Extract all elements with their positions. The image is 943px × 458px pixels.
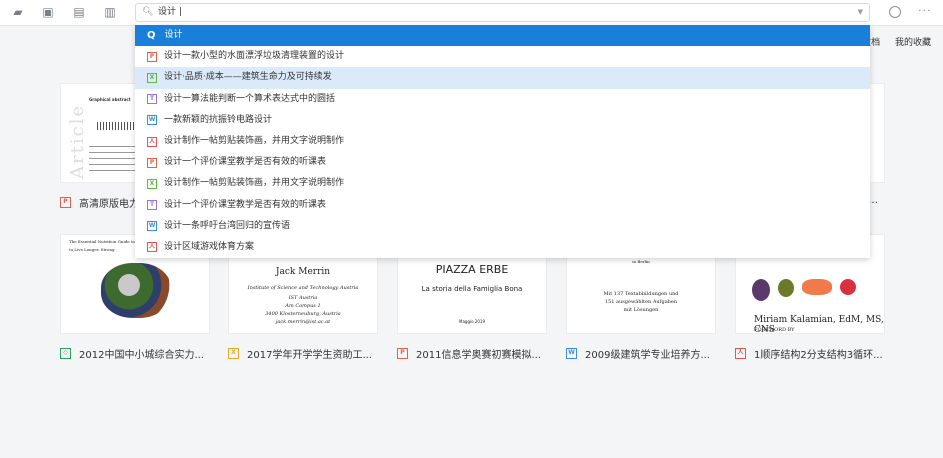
thumb-text: Mit 137 Textabbildungen und (603, 291, 679, 297)
suggestion-text: 设计一个评价课堂教学是否有效的听课表 (164, 157, 327, 168)
suggestion-text: 设计·品质·成本——建筑生命力及可持续发 (164, 72, 332, 83)
folder-icon[interactable]: ▰ (11, 5, 25, 19)
more-button[interactable]: ··· (918, 4, 932, 17)
thumb-title: Graphical abstract (89, 97, 131, 102)
document-label[interactable]: ◇ 2012中国中小城综合实力... (60, 346, 220, 361)
thumb-image (752, 279, 872, 301)
print-icon[interactable]: ▤ (72, 5, 86, 19)
search-value: 设计 | (158, 7, 182, 17)
suggestion-item[interactable]: T 设计一个评价课堂教学是否有效的听课表 (135, 195, 870, 216)
txt-file-icon: T (147, 94, 157, 105)
doc-file-icon: W (566, 348, 577, 359)
doc-file-icon: W (147, 221, 157, 232)
document-name: 2011信息学奥赛初赛模拟... (416, 350, 541, 361)
xls-file-icon: X (147, 178, 157, 189)
thumb-text: La storia della Famiglia Bona (421, 285, 523, 293)
ppt-file-icon: P (397, 348, 408, 359)
suggestion-item[interactable]: 人设计区域游戏体育方案 (135, 237, 870, 258)
pdf-file-icon: 人 (735, 348, 746, 359)
chevron-down-icon[interactable]: ▼ (858, 4, 863, 21)
thumb-text: PIAZZA ERBE (435, 263, 509, 276)
suggestion-item[interactable]: X 设计·品质·成本——建筑生命力及可持续发 (135, 67, 870, 89)
thumb-text: Institute of Science and Technology Aust… (247, 285, 359, 291)
pdf-file-icon: 人 (147, 136, 157, 147)
search-suggestions: Q 设计 P 设计一款小型的水面漂浮垃圾清理装置的设计 X 设计·品质·成本——建筑生… (135, 25, 870, 258)
pdf-file-icon: 人 (147, 242, 157, 253)
thumb-text: 3400 Klosterneuburg, Austria (265, 311, 341, 317)
suggestion-text: 设计区域游戏体育方案 (164, 241, 255, 252)
thumb-side-text: Article (67, 103, 88, 179)
suggestion-text: 设计一算法能判断一个算术表达式中的圆括 (164, 93, 336, 104)
ppt-file-icon: P (147, 51, 157, 62)
wps-file-icon: X (228, 348, 239, 359)
document-name: 2017学年开学学生资助工... (247, 350, 372, 361)
document-label[interactable]: P 2011信息学奥赛初赛模拟... (397, 346, 557, 361)
cloud-icon[interactable]: ▣ (41, 5, 55, 19)
save-icon[interactable]: ▥ (103, 5, 117, 19)
user-icon[interactable] (889, 6, 901, 18)
document-name: 2009级建筑学专业培养方... (585, 350, 710, 361)
suggestion-text: 设计一款小型的水面漂浮垃圾清理装置的设计 (164, 51, 345, 62)
suggestion-item[interactable]: P 设计一个评价课堂教学是否有效的听课表 (135, 152, 870, 173)
document-label[interactable]: X 2017学年开学学生资助工... (228, 346, 388, 361)
suggestion-text: 设计一个评价课堂教学是否有效的听课表 (164, 199, 327, 210)
suggestion-query[interactable]: Q 设计 (135, 25, 870, 47)
gen-file-icon: ◇ (60, 348, 71, 359)
document-label[interactable]: 人 1顺序结构2分支结构3循环... (735, 346, 895, 361)
search-icon: 🔍︎ (142, 7, 154, 17)
suggestion-item[interactable]: W 一款新颖的抗振铃电路设计 (135, 110, 870, 131)
document-name: 1顺序结构2分支结构3循环... (754, 350, 883, 361)
thumb-text: Jack Merrin (275, 267, 331, 277)
ppt-file-icon: P (147, 157, 157, 168)
suggestion-item[interactable]: P 设计一款小型的水面漂浮垃圾清理装置的设计 (135, 46, 870, 67)
suggestion-text: 设计一条呼吁台湾回归的宣传语 (164, 220, 291, 231)
thumb-text: jack.merrin@ist.ac.at (275, 319, 331, 325)
document-name: 高清原版电力 (79, 199, 139, 210)
suggestion-text: 一款新颖的抗振铃电路设计 (164, 114, 273, 125)
thumb-text: mit Lösungen (623, 307, 659, 313)
txt-file-icon: T (147, 200, 157, 211)
xls-file-icon: X (147, 72, 157, 83)
search-input[interactable]: 🔍︎ 设计 | ▼ (135, 3, 870, 22)
thumb-text: IST Austria (288, 295, 318, 301)
thumb-text: 151 ausgewählten Aufgaben (604, 299, 678, 305)
thumb-text: FOREWORD BY (754, 327, 795, 333)
thumb-image (101, 263, 171, 318)
thumb-text: Am Campus 1 (285, 303, 321, 309)
tab-my-favorites[interactable]: 我的收藏 (895, 38, 931, 48)
thumb-text: in Berlin (632, 259, 650, 264)
suggestion-text: 设计 (164, 30, 183, 41)
document-label[interactable]: … (868, 195, 888, 206)
suggestion-item[interactable]: W 设计一条呼吁台湾回归的宣传语 (135, 216, 870, 237)
suggestion-text: 设计制作一帖剪贴装饰画，并用文字说明制作 (164, 136, 345, 147)
suggestion-item[interactable]: T 设计一算法能判断一个算术表达式中的圆括 (135, 89, 870, 110)
document-name: 2012中国中小城综合实力... (79, 350, 204, 361)
doc-file-icon: W (147, 115, 157, 126)
document-label[interactable]: W 2009级建筑学专业培养方... (566, 346, 726, 361)
suggestion-text: 设计制作一帖剪贴装饰画，并用文字说明制作 (164, 178, 345, 189)
search-icon: Q (147, 30, 156, 42)
suggestion-item[interactable]: X 设计制作一帖剪贴装饰画，并用文字说明制作 (135, 173, 870, 194)
suggestion-item[interactable]: 人设计制作一帖剪贴装饰画，并用文字说明制作 (135, 131, 870, 152)
thumb-text: Maggio 2019 (459, 319, 485, 324)
ppt-file-icon: P (60, 197, 71, 208)
toolbar: ▰ ▣ ▤ ▥ 🔍︎ 设计 | ▼ ··· (0, 0, 943, 26)
